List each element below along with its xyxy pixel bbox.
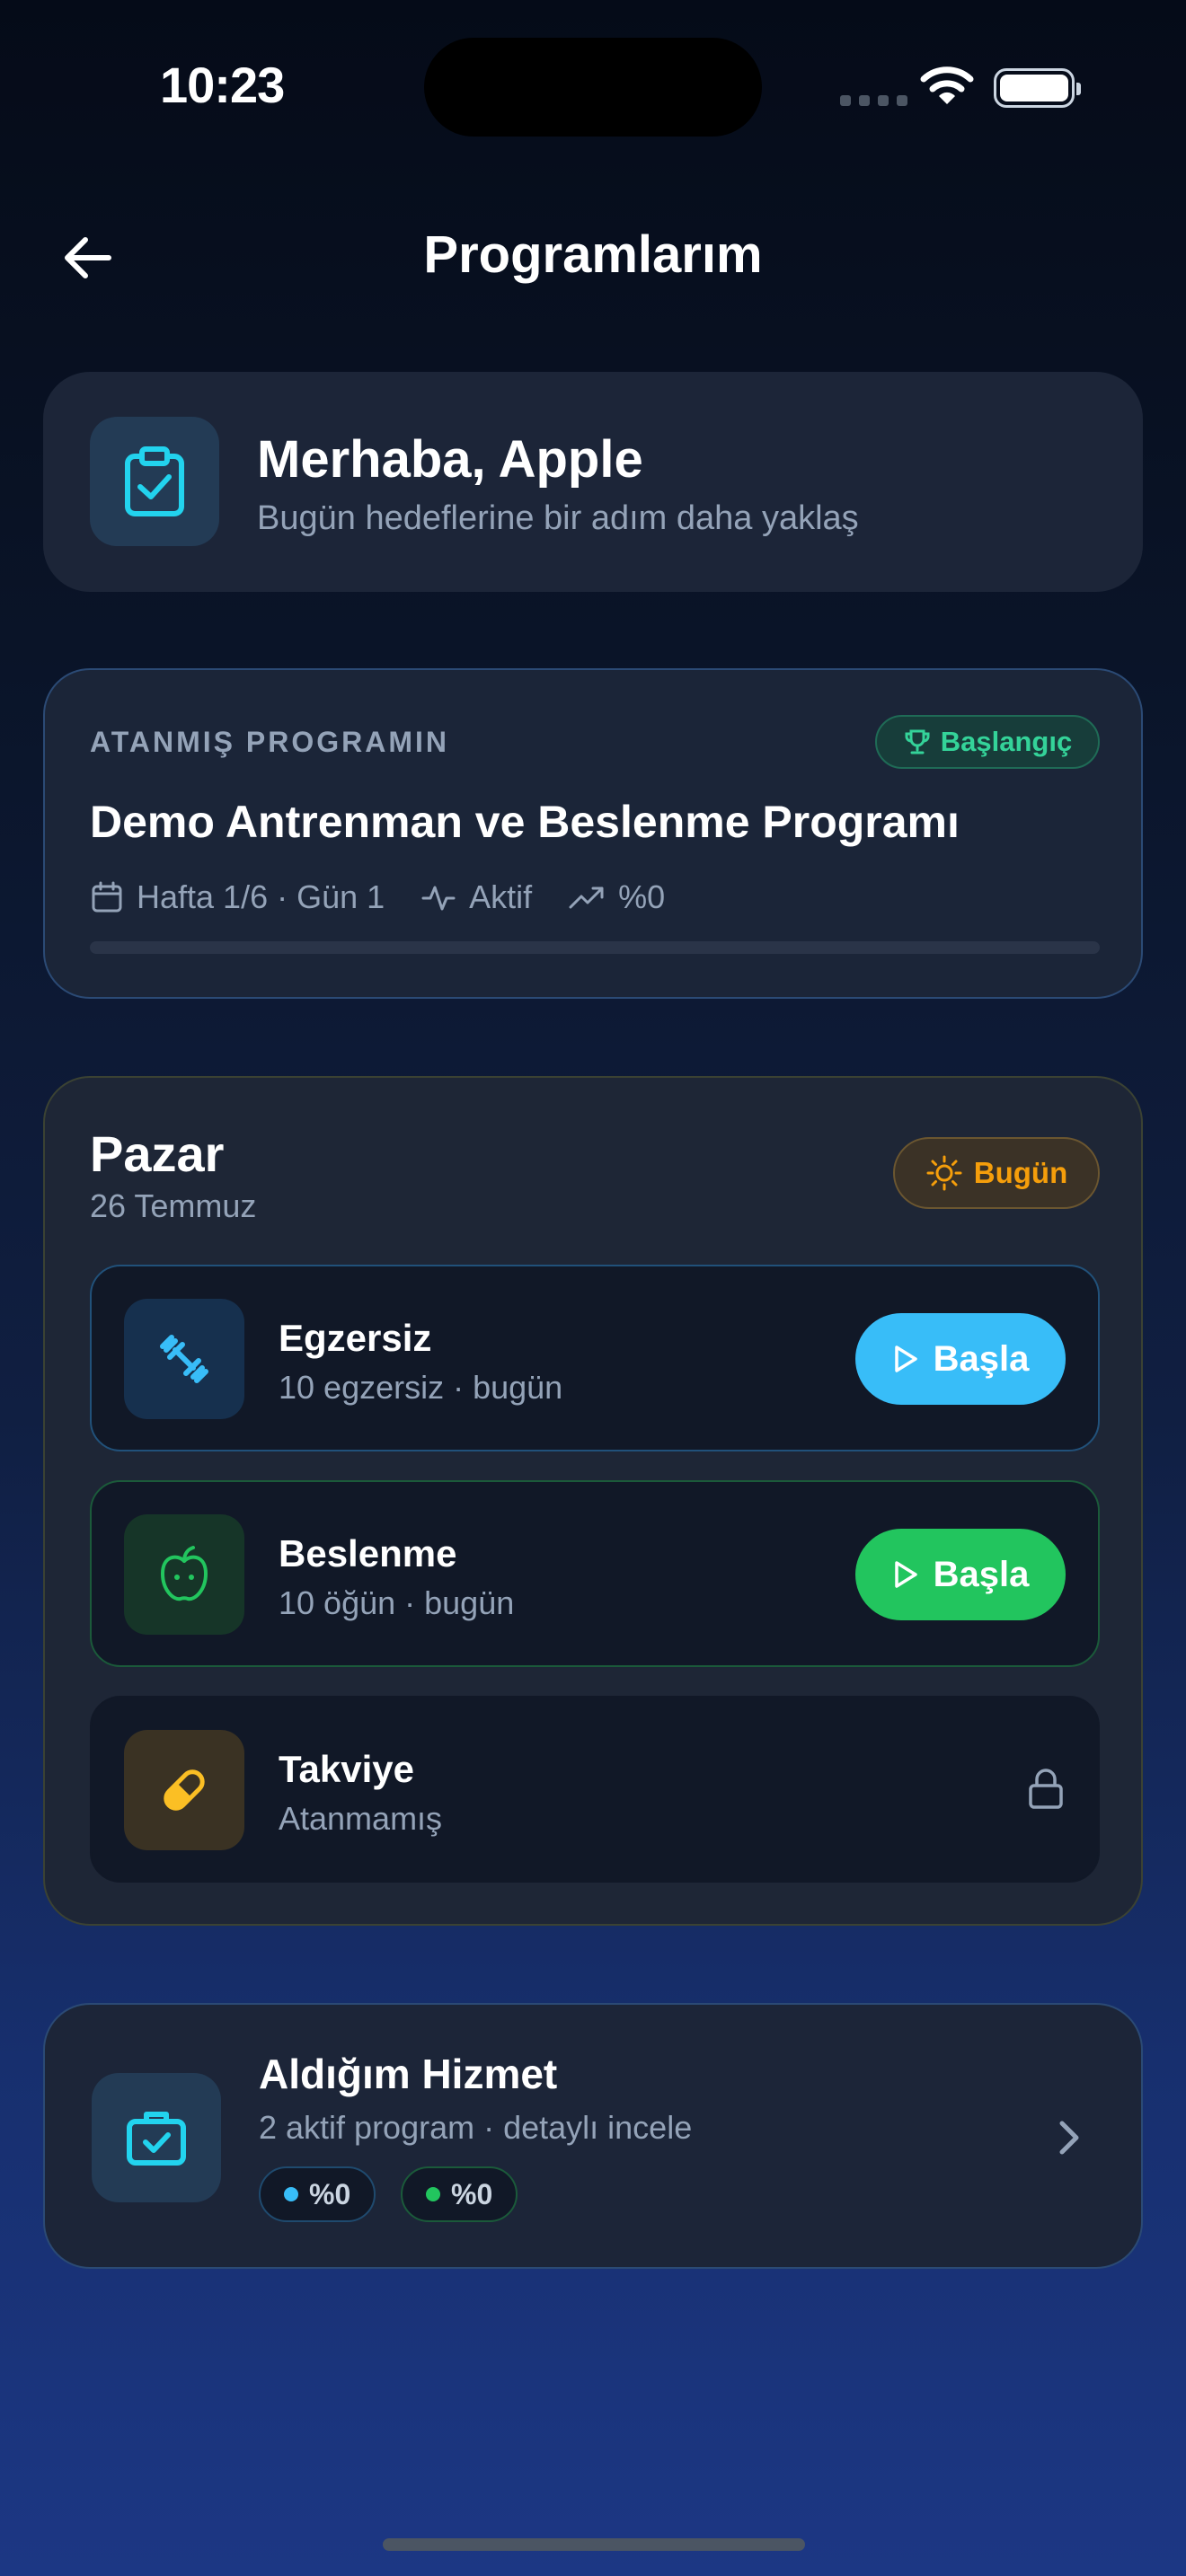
service-progress-pill: %0 [259, 2166, 376, 2222]
start-exercise-button[interactable]: Başla [855, 1313, 1066, 1405]
play-icon [894, 1345, 917, 1372]
service-subtitle: 2 aktif program · detaylı incele [259, 2109, 693, 2146]
briefcase-check-icon [127, 2112, 186, 2166]
service-title: Aldığım Hizmet [259, 2051, 558, 2097]
welcome-title: Merhaba, Apple [257, 430, 643, 489]
play-icon [894, 1561, 917, 1588]
week-day-meta: Hafta 1/6 · Gün 1 [90, 878, 385, 916]
today-badge-label: Bugün [973, 1156, 1068, 1189]
calendar-icon [92, 881, 122, 913]
welcome-card: Merhaba, Apple Bugün hedeflerine bir adı… [43, 372, 1143, 592]
exercise-icon-tile [124, 1299, 244, 1419]
day-name: Pazar [90, 1125, 225, 1182]
dynamic-island [424, 38, 762, 137]
today-badge: Bugün [893, 1137, 1100, 1209]
pill-value: %0 [309, 2177, 351, 2210]
nutrition-task-row[interactable]: Beslenme 10 öğün · bugün Başla [90, 1480, 1100, 1667]
trophy-icon [905, 729, 930, 754]
status-time: 10:23 [160, 57, 285, 113]
assigned-program-card[interactable]: ATANMIŞ PROGRAMIN Başlangıç Demo Antrenm… [43, 668, 1143, 999]
trending-up-icon [569, 887, 604, 909]
status-dot [426, 2187, 440, 2201]
status-dot [284, 2187, 298, 2201]
welcome-subtitle: Bugün hedeflerine bir adım daha yaklaş [257, 499, 859, 537]
pill-icon [164, 1769, 205, 1811]
clipboard-check-icon [125, 446, 184, 516]
cellular-signal-icon [840, 95, 907, 106]
start-nutrition-button[interactable]: Başla [855, 1529, 1066, 1620]
nutrition-icon-tile [124, 1514, 244, 1635]
exercise-title: Egzersiz [279, 1317, 432, 1359]
nutrition-subtitle: 10 öğün · bugün [279, 1584, 515, 1621]
wifi-icon [920, 65, 974, 112]
program-title: Demo Antrenman ve Beslenme Programı [90, 797, 960, 847]
progress-text: %0 [618, 878, 666, 915]
lock-icon [1026, 1768, 1066, 1815]
activity-icon [421, 886, 456, 911]
welcome-icon-tile [90, 417, 219, 546]
program-progress-bar [90, 941, 1100, 954]
home-indicator [383, 2538, 805, 2551]
sun-icon [926, 1155, 962, 1191]
start-exercise-label: Başla [933, 1338, 1030, 1379]
supplement-icon-tile [124, 1730, 244, 1850]
day-date: 26 Temmuz [90, 1187, 257, 1224]
battery-icon [994, 68, 1081, 108]
page-title: Programlarım [423, 225, 763, 284]
start-nutrition-label: Başla [933, 1554, 1030, 1594]
program-section-label: ATANMIŞ PROGRAMIN [90, 726, 450, 758]
dumbbell-icon [160, 1335, 208, 1383]
exercise-task-row[interactable]: Egzersiz 10 egzersiz · bugün Başla [90, 1265, 1100, 1451]
program-meta: Hafta 1/6 · Gün 1 Aktif %0 [90, 878, 701, 916]
exercise-subtitle: 10 egzersiz · bugün [279, 1369, 563, 1406]
status-meta: Aktif [420, 878, 532, 916]
status-text: Aktif [469, 878, 533, 915]
service-card[interactable]: Aldığım Hizmet 2 aktif program · detaylı… [43, 2003, 1143, 2269]
level-badge-label: Başlangıç [940, 726, 1073, 757]
apple-icon [161, 1546, 208, 1601]
supplement-subtitle: Atanmamış [279, 1800, 443, 1837]
day-card: Pazar 26 Temmuz Bugün Egzersiz 10 egzers… [43, 1076, 1143, 1926]
supplement-task-row: Takviye Atanmamış [90, 1696, 1100, 1883]
week-day-text: Hafta 1/6 · Gün 1 [137, 878, 385, 915]
pill-value: %0 [451, 2177, 493, 2210]
chevron-right-icon [1055, 2118, 1082, 2162]
service-progress-pill: %0 [401, 2166, 518, 2222]
progress-meta: %0 [568, 878, 665, 916]
level-badge: Başlangıç [875, 715, 1100, 769]
supplement-title: Takviye [279, 1748, 414, 1790]
service-icon-tile [92, 2073, 221, 2202]
nutrition-title: Beslenme [279, 1532, 457, 1575]
